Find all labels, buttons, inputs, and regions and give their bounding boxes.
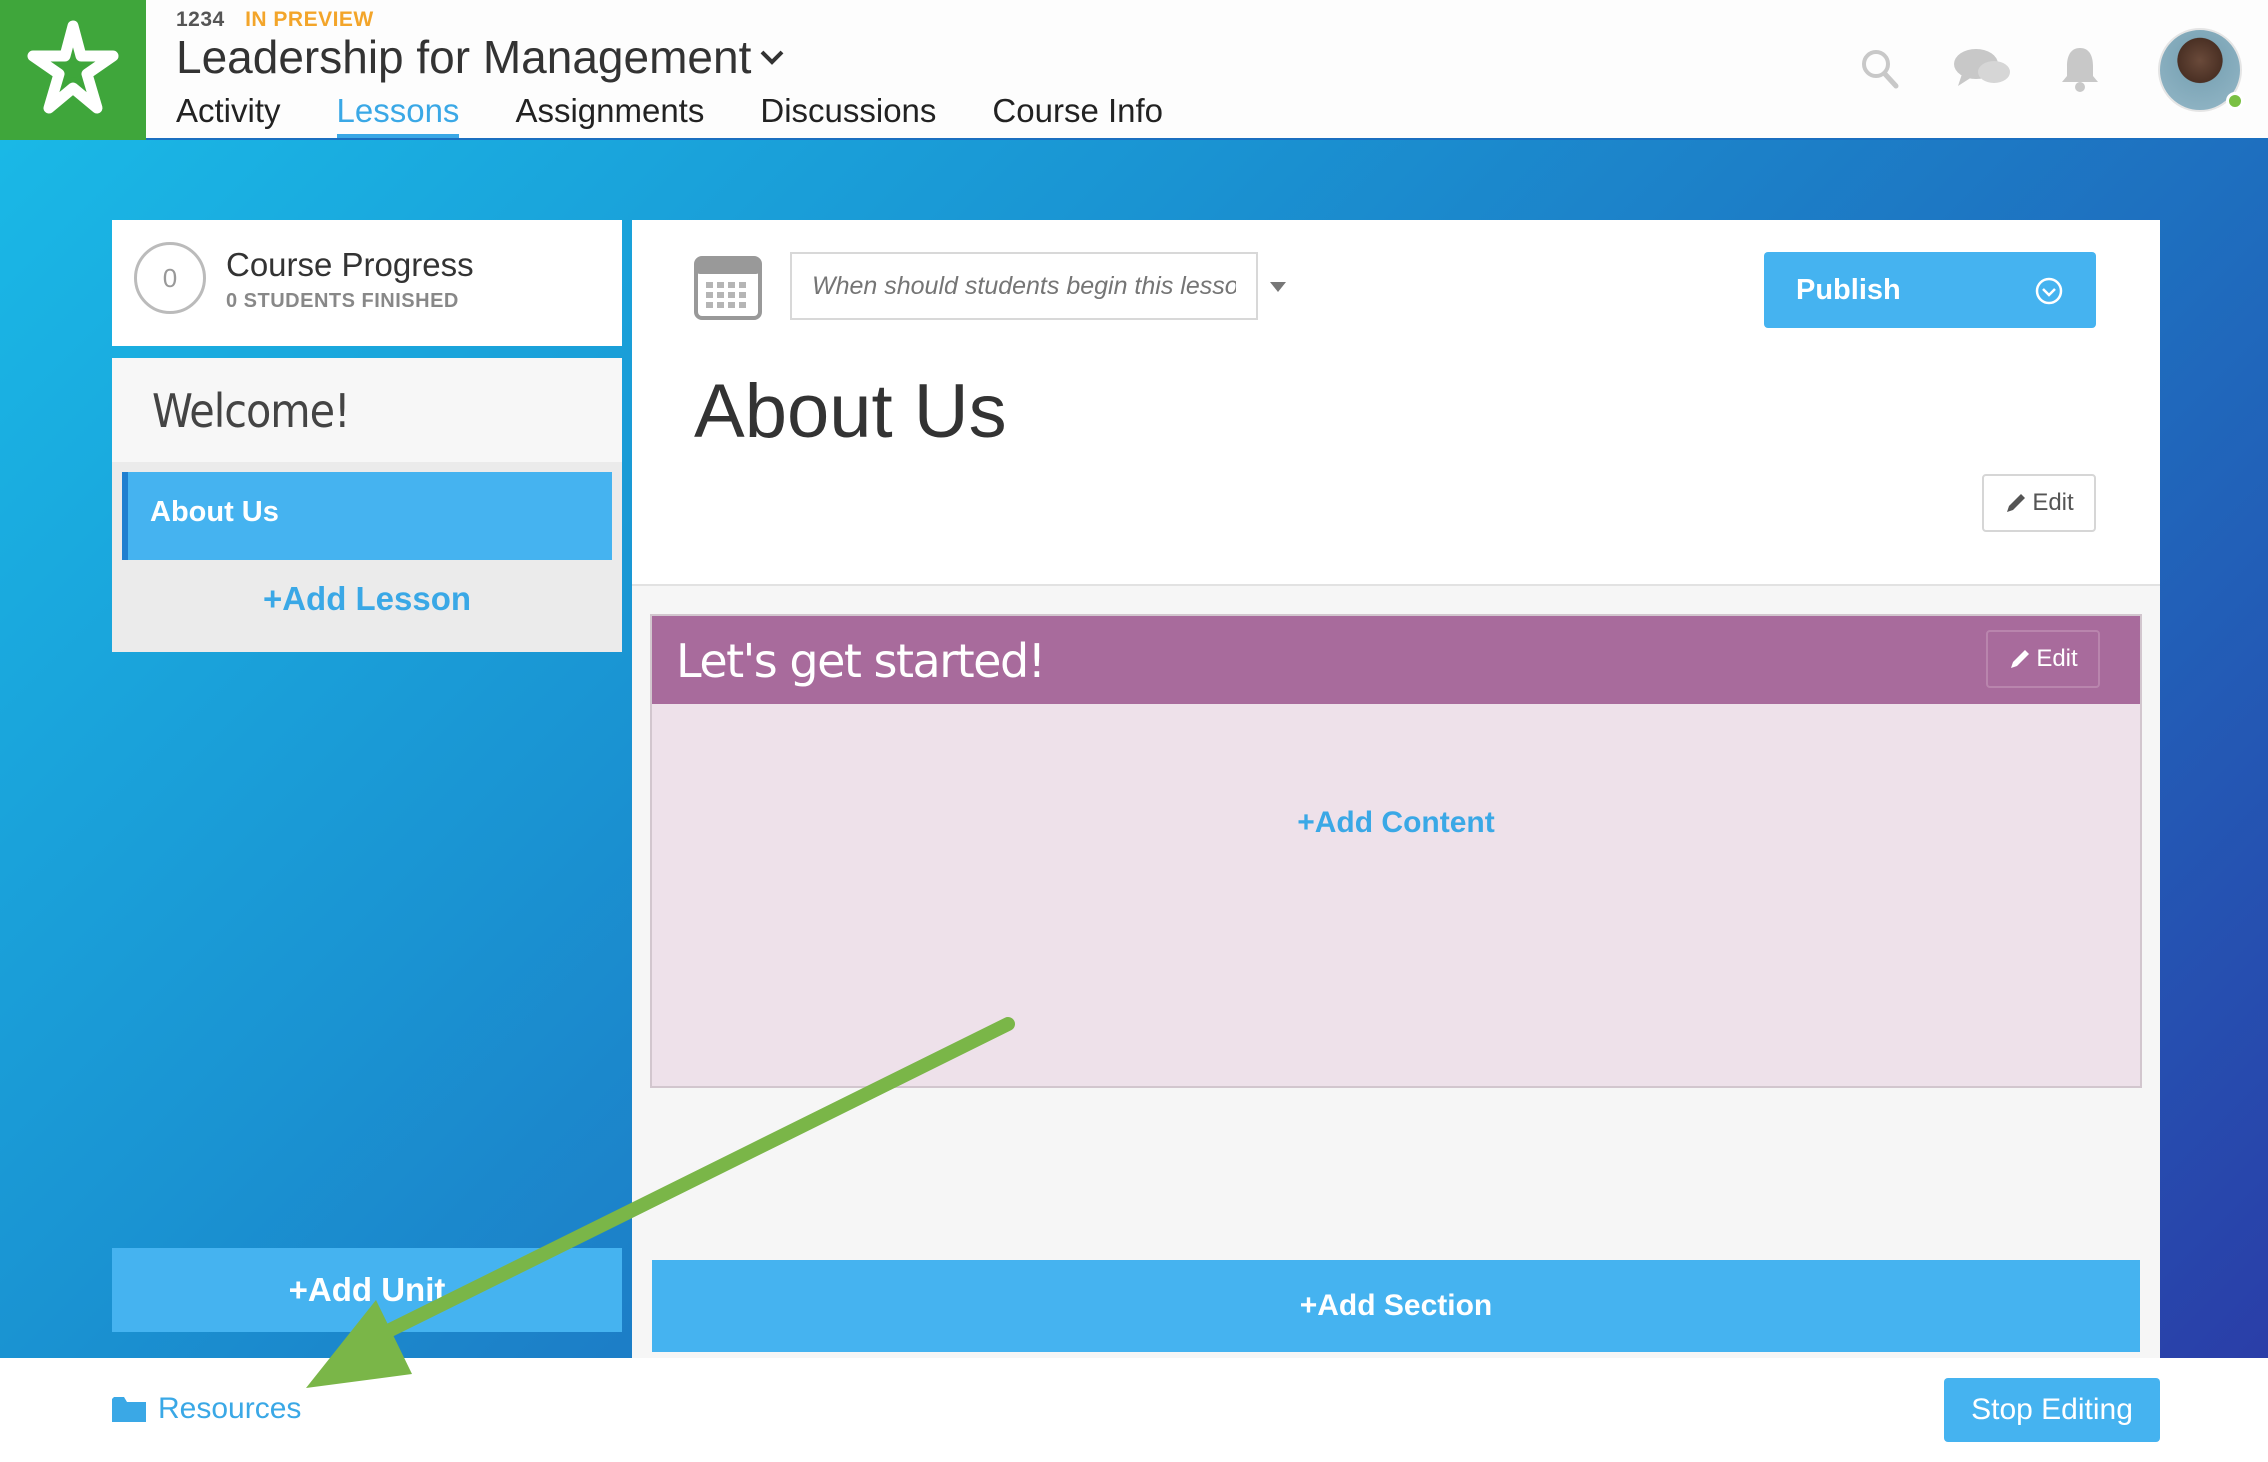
sidebar-item-about-us[interactable]: About Us — [122, 472, 612, 560]
chevron-down-icon — [760, 50, 784, 65]
unit-card: Welcome! About Us +Add Lesson — [112, 358, 622, 652]
add-unit-button[interactable]: +Add Unit — [112, 1248, 622, 1332]
calendar-icon[interactable] — [694, 250, 762, 322]
chat-icon[interactable] — [1952, 46, 2012, 92]
content-section: Let's get started! Edit +Add Content — [650, 614, 2142, 1088]
preview-badge: IN PREVIEW — [245, 8, 374, 31]
footer-bar: Resources Stop Editing — [0, 1358, 2268, 1462]
stop-editing-label: Stop Editing — [1971, 1393, 2133, 1426]
date-dropdown-caret-icon[interactable] — [1270, 282, 1286, 292]
edit-label: Edit — [2036, 645, 2078, 672]
section-title: Let's get started! — [676, 634, 1046, 688]
add-section-label: +Add Section — [1299, 1289, 1493, 1322]
progress-subtitle: 0 STUDENTS FINISHED — [226, 290, 459, 312]
add-section-button[interactable]: +Add Section — [652, 1260, 2140, 1352]
pencil-icon — [2007, 494, 2026, 512]
add-unit-label: +Add Unit — [288, 1271, 446, 1308]
tab-lessons[interactable]: Lessons — [336, 92, 460, 138]
tab-course-info[interactable]: Course Info — [992, 92, 1163, 138]
stop-editing-button[interactable]: Stop Editing — [1944, 1378, 2160, 1442]
tab-assignments[interactable]: Assignments — [515, 92, 704, 138]
chevron-circle-down-icon[interactable] — [2034, 276, 2064, 306]
resources-link[interactable]: Resources — [112, 1392, 301, 1426]
edit-section-button[interactable]: Edit — [1986, 630, 2100, 688]
unit-title: Welcome! — [152, 384, 351, 438]
app-logo[interactable] — [0, 0, 146, 140]
lesson-editor: Publish About Us Edit Let's get started!… — [632, 220, 2160, 1358]
online-status-dot — [2226, 92, 2244, 110]
add-lesson-button[interactable]: +Add Lesson — [112, 580, 622, 618]
lesson-label: About Us — [150, 496, 279, 528]
progress-ring: 0 — [134, 242, 206, 314]
course-progress-card: 0 Course Progress 0 STUDENTS FINISHED — [112, 220, 622, 346]
lesson-start-date-input[interactable] — [790, 252, 1258, 320]
lesson-header: Publish About Us Edit — [632, 220, 2160, 586]
edit-label: Edit — [2032, 489, 2074, 516]
progress-title: Course Progress — [226, 246, 474, 283]
unit-header[interactable]: Welcome! — [112, 358, 622, 462]
asterisk-logo-icon — [27, 20, 119, 114]
add-content-button[interactable]: +Add Content — [652, 806, 2140, 840]
bell-icon[interactable] — [2058, 44, 2102, 94]
section-header: Let's get started! Edit — [652, 616, 2140, 704]
course-meta: 1234 IN PREVIEW — [176, 8, 374, 32]
folder-icon — [112, 1397, 146, 1422]
course-code: 1234 — [176, 8, 225, 31]
publish-label: Publish — [1796, 274, 1901, 306]
pencil-icon — [2011, 650, 2030, 668]
progress-count: 0 — [162, 262, 178, 293]
tab-activity[interactable]: Activity — [176, 92, 281, 138]
course-nav: Activity Lessons Assignments Discussions… — [176, 92, 1219, 138]
resources-label: Resources — [158, 1392, 302, 1425]
course-title: Leadership for Management — [176, 31, 752, 83]
search-icon[interactable] — [1860, 48, 1900, 90]
lesson-title: About Us — [694, 369, 1007, 454]
course-title-dropdown[interactable]: Leadership for Management — [176, 30, 785, 84]
edit-lesson-button[interactable]: Edit — [1982, 474, 2096, 532]
top-bar: 1234 IN PREVIEW Leadership for Managemen… — [0, 0, 2268, 140]
tab-discussions[interactable]: Discussions — [760, 92, 936, 138]
